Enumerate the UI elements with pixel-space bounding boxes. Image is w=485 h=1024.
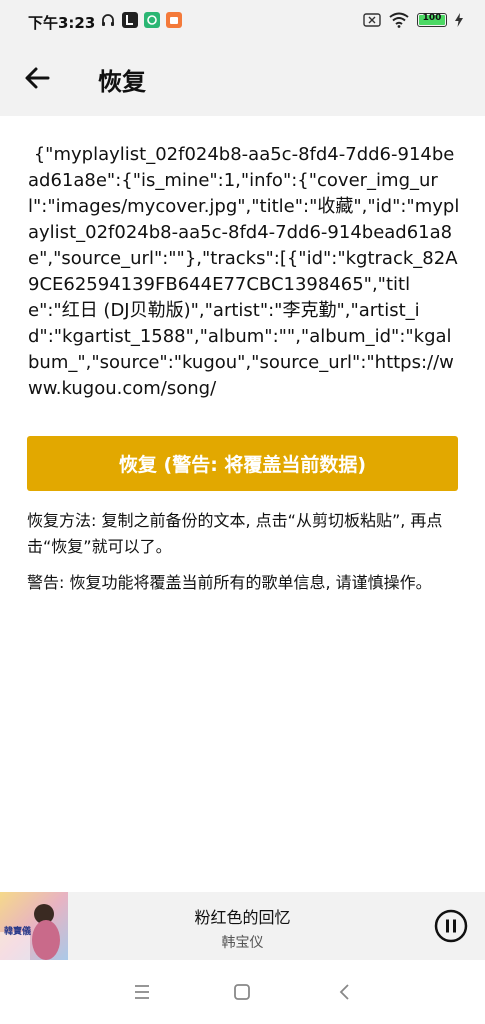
app-green-icon xyxy=(144,12,160,28)
mini-player[interactable]: 韓寶儀 粉红色的回忆 韩宝仪 xyxy=(0,892,485,960)
battery-icon: 100 xyxy=(417,13,447,27)
wifi-icon xyxy=(389,12,409,28)
app-bar: 恢复 xyxy=(0,44,485,116)
status-time: 下午3:23 xyxy=(28,14,96,32)
status-icons-right: 100 xyxy=(363,12,463,28)
sim-off-icon xyxy=(363,13,381,27)
back-icon xyxy=(339,984,349,1000)
charging-icon xyxy=(455,13,463,27)
song-artist: 韩宝仪 xyxy=(221,935,264,951)
instructions-text: 恢复方法: 复制之前备份的文本, 点击“从剪切板粘贴”, 再点击“恢复”就可以了… xyxy=(27,511,443,556)
app-l-icon xyxy=(122,12,138,28)
pause-button[interactable] xyxy=(434,909,468,943)
battery-level: 100 xyxy=(422,13,442,23)
nav-menu-button[interactable] xyxy=(130,980,154,1004)
warning-text: 警告: 恢复功能将覆盖当前所有的歌单信息, 请谨慎操作。 xyxy=(27,573,432,592)
restore-button[interactable]: 恢复 (警告: 将覆盖当前数据) xyxy=(27,436,458,491)
headphones-icon xyxy=(102,14,114,26)
status-bar: 下午3:23 100 xyxy=(0,0,485,44)
back-button[interactable] xyxy=(22,62,54,94)
app-orange-icon xyxy=(166,12,182,28)
menu-icon xyxy=(135,985,149,999)
status-icons-left xyxy=(100,12,182,28)
home-icon xyxy=(234,984,250,1000)
nav-home-button[interactable] xyxy=(230,980,254,1004)
backup-text-input[interactable]: {"myplaylist_02f024b8-aa5c-8fd4-7dd6-914… xyxy=(28,142,460,410)
pause-icon xyxy=(434,909,468,943)
nav-back-button[interactable] xyxy=(333,980,357,1004)
song-title: 粉红色的回忆 xyxy=(194,908,291,927)
arrow-left-icon xyxy=(25,67,50,89)
system-nav-bar xyxy=(0,960,485,1024)
page-title: 恢复 xyxy=(98,68,146,96)
